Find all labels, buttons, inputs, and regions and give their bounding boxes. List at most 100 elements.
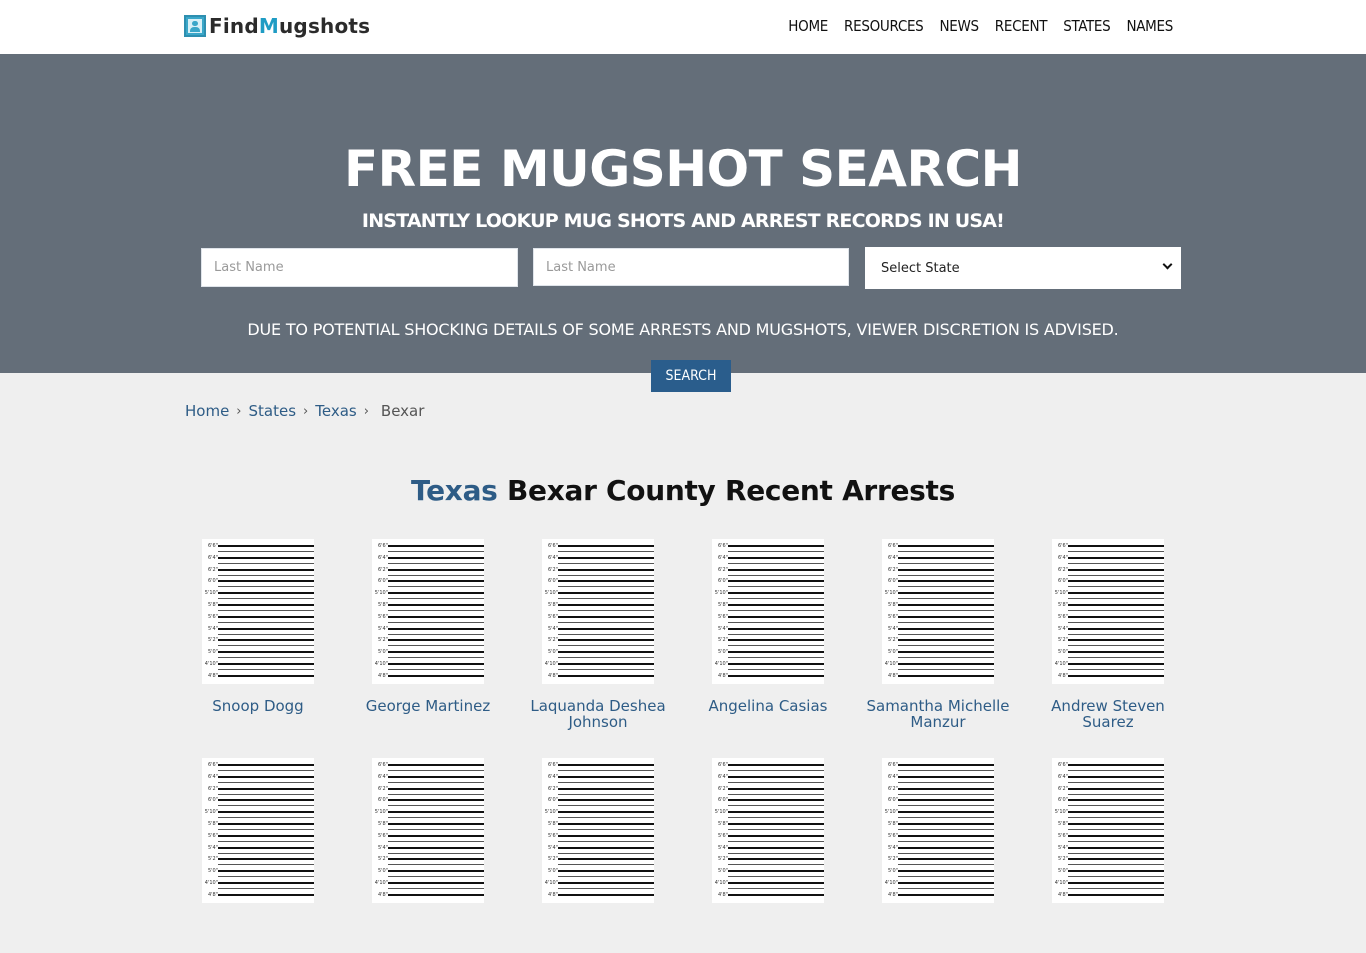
chevron-right-icon: › — [363, 403, 369, 419]
arrest-card[interactable]: 6'6" 6'4" 6'2" 6'0" 5'10" 5'8" 5'6" 5'4" 5'2" 5'0… — [853, 758, 1023, 953]
height-subline — [218, 574, 314, 576]
height-subline — [388, 793, 484, 795]
height-subline — [1068, 645, 1164, 647]
height-label: 4'8" — [717, 672, 728, 679]
height-subline — [1068, 657, 1164, 659]
height-subline — [218, 586, 314, 588]
height-line — [218, 568, 314, 571]
height-label: 6'0" — [547, 578, 558, 585]
height-subline — [558, 562, 654, 564]
breadcrumb-states[interactable]: States — [249, 402, 297, 420]
height-label: 5'8" — [1057, 602, 1068, 608]
site-logo[interactable]: FindMugshots — [184, 14, 370, 38]
logo-text: FindMugshots — [209, 14, 371, 38]
height-subline — [388, 633, 484, 635]
height-label: 5'4" — [207, 844, 218, 851]
height-line — [898, 580, 994, 583]
height-subline — [218, 562, 314, 564]
height-subline — [388, 598, 484, 600]
first-name-input[interactable] — [201, 248, 518, 287]
arrest-card[interactable]: 6'6" 6'4" 6'2" 6'0" 5'10" 5'8" 5'6" 5'4" 5'2" 5'0… — [173, 539, 343, 734]
nav-resources[interactable]: RESOURCES — [844, 17, 924, 35]
height-subline — [388, 770, 484, 771]
height-label: 4'8" — [547, 672, 558, 679]
state-select[interactable]: Select State — [865, 247, 1181, 289]
height-subline — [728, 852, 824, 854]
height-label: 5'8" — [547, 821, 558, 827]
height-label: 6'6" — [887, 543, 898, 549]
height-label: 5'2" — [887, 856, 898, 863]
height-label: 4'8" — [1057, 891, 1068, 898]
height-subline — [558, 829, 654, 830]
search-button[interactable]: SEARCH — [651, 360, 731, 392]
height-label: 6'2" — [547, 785, 558, 792]
height-label: 5'4" — [717, 625, 728, 632]
arrest-card[interactable]: 6'6" 6'4" 6'2" 6'0" 5'10" 5'8" 5'6" 5'4" 5'2" 5'0… — [343, 758, 513, 953]
height-label: 6'4" — [547, 773, 558, 780]
nav-home[interactable]: HOME — [788, 17, 828, 35]
height-line — [558, 870, 654, 873]
height-line — [728, 870, 824, 873]
breadcrumb-texas[interactable]: Texas — [315, 402, 356, 420]
height-subline — [218, 805, 314, 807]
nav-states[interactable]: STATES — [1063, 17, 1111, 35]
height-line — [558, 545, 654, 547]
nav-recent[interactable]: RECENT — [995, 17, 1048, 35]
state-select-value: Select State — [881, 260, 960, 276]
height-subline — [388, 781, 484, 783]
height-line — [558, 615, 654, 618]
nav-news[interactable]: NEWS — [939, 17, 979, 35]
height-label: 5'8" — [377, 821, 388, 827]
arrest-card[interactable]: 6'6" 6'4" 6'2" 6'0" 5'10" 5'8" 5'6" 5'4" 5'2" 5'0… — [513, 758, 683, 953]
height-label: 5'2" — [377, 637, 388, 644]
height-label: 5'0" — [1057, 868, 1068, 875]
arrest-card[interactable]: 6'6" 6'4" 6'2" 6'0" 5'10" 5'8" 5'6" 5'4" 5'2" 5'0… — [853, 539, 1023, 734]
height-label: 5'8" — [717, 821, 728, 827]
arrest-card[interactable]: 6'6" 6'4" 6'2" 6'0" 5'10" 5'8" 5'6" 5'4" 5'2" 5'0… — [1023, 539, 1193, 734]
arrest-card[interactable]: 6'6" 6'4" 6'2" 6'0" 5'10" 5'8" 5'6" 5'4" 5'2" 5'0… — [343, 539, 513, 734]
height-line — [728, 823, 824, 825]
height-line — [218, 799, 314, 802]
height-subline — [728, 817, 824, 819]
height-line — [1068, 674, 1164, 677]
height-label: 5'2" — [717, 856, 728, 863]
height-line — [388, 799, 484, 802]
height-label: 4'10" — [714, 880, 728, 886]
height-subline — [388, 840, 484, 842]
arrest-card[interactable]: 6'6" 6'4" 6'2" 6'0" 5'10" 5'8" 5'6" 5'4" 5'2" 5'0… — [683, 539, 853, 734]
height-label: 4'8" — [887, 891, 898, 898]
height-line — [898, 882, 994, 884]
height-label: 6'0" — [207, 797, 218, 804]
height-subline — [1068, 633, 1164, 635]
height-subline — [558, 621, 654, 623]
nav-names[interactable]: NAMES — [1126, 17, 1173, 35]
height-subline — [898, 551, 994, 552]
height-label: 5'6" — [377, 832, 388, 839]
arrest-card[interactable]: 6'6" 6'4" 6'2" 6'0" 5'10" 5'8" 5'6" 5'4" 5'2" 5'0… — [683, 758, 853, 953]
discretion-notice: DUE TO POTENTIAL SHOCKING DETAILS OF SOM… — [247, 320, 1119, 339]
height-line — [558, 764, 654, 766]
height-label: 5'4" — [887, 625, 898, 632]
height-label: 5'2" — [887, 637, 898, 644]
height-line — [728, 663, 824, 665]
height-subline — [728, 829, 824, 830]
height-label: 6'6" — [887, 762, 898, 768]
height-subline — [218, 551, 314, 552]
height-label: 6'6" — [377, 762, 388, 768]
height-label: 4'10" — [374, 880, 388, 886]
height-subline — [898, 621, 994, 623]
hero-subtitle: INSTANTLY LOOKUP MUG SHOTS AND ARREST RE… — [361, 210, 1005, 232]
height-line — [898, 639, 994, 642]
height-subline — [728, 793, 824, 795]
height-label: 5'10" — [1054, 809, 1068, 816]
breadcrumb-home[interactable]: Home — [185, 402, 229, 420]
height-line — [898, 674, 994, 677]
last-name-input[interactable] — [533, 248, 849, 286]
height-line — [388, 627, 484, 630]
height-label: 6'6" — [377, 543, 388, 549]
height-line — [898, 615, 994, 618]
height-subline — [728, 574, 824, 576]
arrest-card[interactable]: 6'6" 6'4" 6'2" 6'0" 5'10" 5'8" 5'6" 5'4" 5'2" 5'0… — [1023, 758, 1193, 953]
arrest-card[interactable]: 6'6" 6'4" 6'2" 6'0" 5'10" 5'8" 5'6" 5'4" 5'2" 5'0… — [513, 539, 683, 734]
arrest-card[interactable]: 6'6" 6'4" 6'2" 6'0" 5'10" 5'8" 5'6" 5'4" 5'2" 5'0… — [173, 758, 343, 953]
